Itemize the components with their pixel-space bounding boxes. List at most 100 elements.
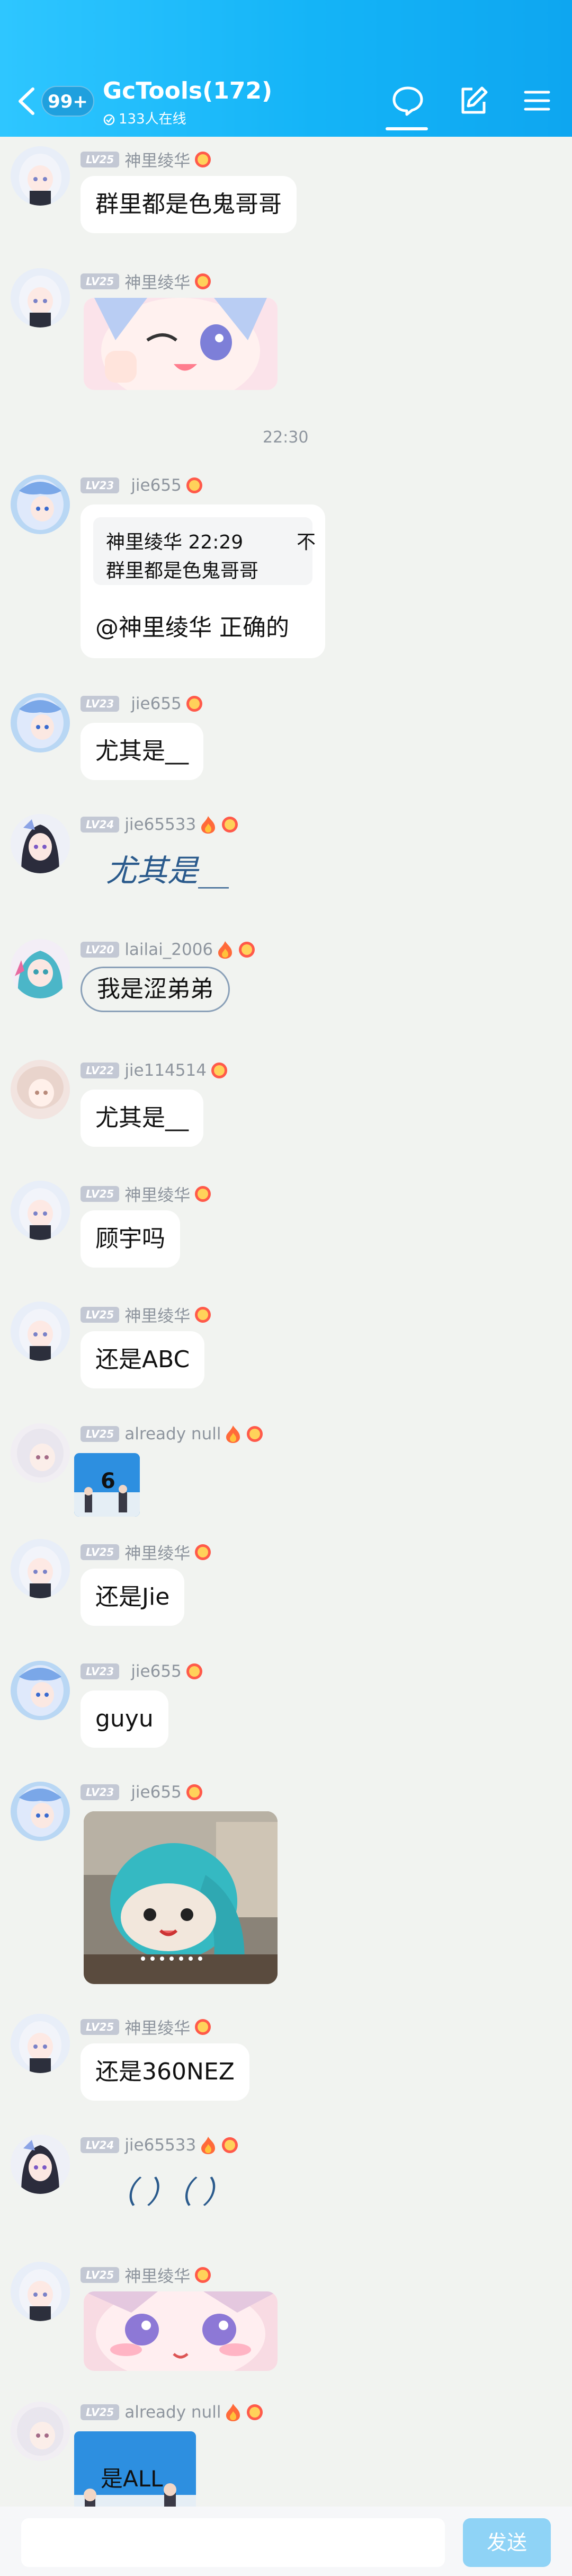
emoji-medal-icon [186, 1784, 202, 1800]
sender-name[interactable]: 神里绫华 [124, 2263, 190, 2287]
emoji-medal-icon [186, 1663, 202, 1679]
fire-badge-icon [201, 816, 216, 834]
message-bubble-outlined[interactable]: 我是涩弟弟 [81, 967, 230, 1012]
handwriting-message[interactable]: 尤其是__ [106, 846, 229, 890]
sender-meta: LV25 神里绫华 [81, 1182, 212, 1206]
sender-name[interactable]: jie65533 [124, 2136, 196, 2155]
sender-name[interactable]: lailai_2006 [124, 940, 213, 959]
avatar[interactable] [11, 268, 70, 327]
sender-name[interactable]: jie655 [131, 1662, 181, 1681]
sender-name[interactable]: jie655 [131, 694, 181, 713]
emoji-medal-icon [186, 477, 202, 493]
emoji-medal-icon [239, 942, 255, 958]
sender-meta: LV22 jie114514 [81, 1061, 229, 1082]
sender-meta: LV23 jie655 [81, 694, 204, 715]
emoji-medal-icon [195, 2267, 211, 2283]
avatar[interactable] [11, 2135, 70, 2194]
sticker-image-blush[interactable] [84, 2291, 278, 2371]
timestamp-divider: 22:30 [263, 428, 309, 447]
sender-name[interactable]: jie65533 [124, 815, 196, 834]
emoji-medal-icon [222, 2137, 238, 2153]
emoji-medal-icon [222, 817, 238, 833]
online-count-text: 133人在线 [119, 111, 186, 127]
fire-badge-icon [218, 941, 233, 959]
sender-name[interactable]: 神里绫华 [124, 1303, 190, 1326]
level-badge: LV24 [81, 2137, 120, 2153]
message-bubble[interactable]: 群里都是色鬼哥哥 [81, 176, 297, 233]
unread-count-badge[interactable]: 99+ [41, 86, 94, 117]
sender-name[interactable]: 神里绫华 [124, 269, 190, 293]
photo-image-plush[interactable] [84, 1811, 278, 1984]
sender-name[interactable]: jie655 [131, 1783, 181, 1802]
sender-name[interactable]: jie655 [131, 476, 181, 495]
message-bubble[interactable]: guyu [81, 1690, 168, 1748]
sticker-image-six[interactable]: 6 [74, 1453, 140, 1517]
quoted-header: 神里绫华 22:29 不 [106, 527, 316, 554]
emoji-medal-icon [195, 1544, 211, 1560]
avatar[interactable] [11, 475, 70, 534]
emoji-medal-icon [195, 151, 211, 167]
avatar[interactable] [11, 693, 70, 753]
message-bubble[interactable]: 还是Jie [81, 1569, 185, 1626]
level-badge: LV25 [81, 1544, 120, 1560]
fire-badge-icon [201, 2137, 216, 2154]
group-title[interactable]: GcTools(172) [103, 77, 272, 104]
avatar[interactable] [11, 1423, 70, 1483]
chat-header: 99+ GcTools(172) 133人在线 [0, 0, 572, 137]
sender-name[interactable]: already null [124, 1424, 221, 1444]
avatar[interactable] [11, 814, 70, 873]
message-input[interactable] [21, 2518, 445, 2567]
avatar[interactable] [11, 146, 70, 206]
message-bubble[interactable]: 尤其是__ [81, 1090, 203, 1147]
sticker-image-wink[interactable] [84, 298, 278, 390]
active-tab-indicator [386, 127, 428, 130]
sender-name[interactable]: already null [124, 2403, 221, 2422]
emoji-medal-icon [195, 1306, 211, 1323]
reply-message-bubble[interactable]: 神里绫华 22:29 不 群里都是色鬼哥哥 @神里绫华 正确的 [81, 504, 325, 658]
sender-meta: LV23 jie655 [81, 1662, 204, 1683]
online-count: 133人在线 [103, 108, 186, 128]
emoji-medal-icon [211, 1063, 227, 1078]
avatar[interactable] [11, 1661, 70, 1720]
emoji-medal-icon [195, 2019, 211, 2035]
handwriting-message[interactable]: （ ）（ ） [106, 2167, 233, 2212]
message-bubble[interactable]: 尤其是__ [81, 723, 203, 780]
message-bubble[interactable]: 还是360NEZ [81, 2043, 249, 2101]
menu-icon[interactable] [520, 84, 554, 118]
avatar[interactable] [11, 1782, 70, 1841]
avatar[interactable] [11, 2402, 70, 2461]
sender-name[interactable]: 神里绫华 [124, 147, 190, 171]
sender-name[interactable]: 神里绫华 [124, 1540, 190, 1564]
back-arrow-icon[interactable] [15, 85, 39, 118]
edit-note-icon[interactable] [457, 84, 490, 118]
level-badge: LV22 [81, 1063, 120, 1078]
avatar[interactable] [11, 2014, 70, 2073]
sender-meta: LV25 神里绫华 [81, 1540, 212, 1564]
avatar[interactable] [11, 1181, 70, 1240]
level-badge: LV20 [81, 942, 120, 958]
avatar[interactable] [11, 1060, 70, 1119]
quoted-trailing-text: 不 [297, 532, 316, 553]
message-bubble[interactable]: 顾宇吗 [81, 1210, 180, 1268]
sender-meta: LV25 神里绫华 [81, 147, 212, 171]
sender-meta: LV23 jie655 [81, 476, 204, 497]
sender-name[interactable]: jie114514 [124, 1061, 207, 1080]
avatar[interactable] [11, 1302, 70, 1361]
send-button[interactable]: 发送 [463, 2518, 551, 2567]
sender-meta: LV24 jie65533 [81, 815, 239, 836]
quoted-message[interactable]: 神里绫华 22:29 不 群里都是色鬼哥哥 [93, 517, 316, 585]
sender-name[interactable]: 神里绫华 [124, 1182, 190, 1206]
avatar[interactable] [11, 1539, 70, 1598]
avatar[interactable] [11, 2262, 70, 2321]
message-bubble[interactable]: 还是ABC [81, 1331, 205, 1388]
chat-bubble-icon[interactable] [391, 84, 425, 118]
level-badge: LV23 [81, 477, 120, 493]
sender-name[interactable]: 神里绫华 [124, 2015, 190, 2039]
quoted-time: 22:29 [188, 532, 244, 553]
sender-meta: LV23 jie655 [81, 1783, 204, 1804]
quoted-text: 群里都是色鬼哥哥 [106, 560, 259, 582]
avatar[interactable] [11, 939, 70, 998]
reply-text: @神里绫华 正确的 [95, 614, 289, 641]
sender-meta: LV25 神里绫华 [81, 2015, 212, 2039]
sender-meta: LV24 jie65533 [81, 2136, 239, 2157]
